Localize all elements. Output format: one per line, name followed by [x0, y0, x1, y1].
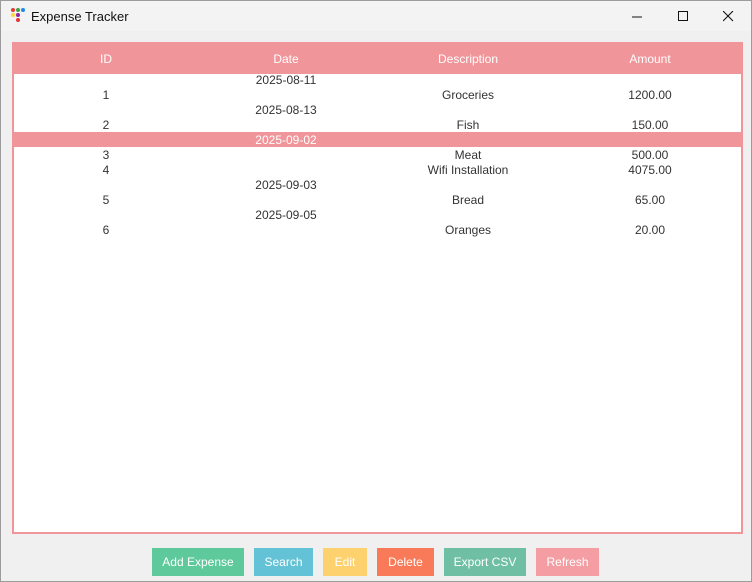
cell-amount: 20.00 — [634, 223, 666, 237]
cell-description: Fish — [456, 118, 480, 132]
header-id[interactable]: ID — [6, 52, 206, 66]
cell-description: Bread — [451, 193, 485, 207]
cell-description: Groceries — [441, 88, 494, 102]
cell-id: 4 — [102, 163, 110, 177]
cell-description: Wifi Installation — [427, 163, 509, 177]
cell-id: 2 — [102, 118, 110, 132]
cell-date: 2025-09-05 — [255, 208, 317, 222]
table-header: ID Date Description Amount — [14, 44, 741, 74]
cell-date: 2025-08-13 — [255, 103, 317, 117]
minimize-icon — [631, 16, 642, 17]
minimize-button[interactable] — [614, 1, 660, 31]
cell-amount: 150.00 — [631, 118, 669, 132]
cell-amount: 65.00 — [634, 193, 666, 207]
app-dots-icon — [11, 8, 25, 22]
window-title: Expense Tracker — [31, 9, 129, 24]
cell-amount: 4075.00 — [628, 163, 672, 177]
close-icon — [722, 10, 733, 21]
search-button[interactable]: Search — [254, 548, 313, 576]
close-button[interactable] — [705, 1, 751, 31]
maximize-icon — [677, 10, 688, 21]
title-bar[interactable]: Expense Tracker — [1, 1, 751, 31]
header-description[interactable]: Description — [368, 52, 568, 66]
cell-id: 6 — [102, 223, 110, 237]
export-csv-button[interactable]: Export CSV — [444, 548, 526, 576]
cell-id: 5 — [102, 193, 110, 207]
table-row[interactable]: 2025-09-05 6 Oranges 20.00 — [14, 207, 741, 237]
table-row[interactable]: 2025-09-03 5 Bread 65.00 — [14, 177, 741, 207]
cell-date: 2025-09-03 — [255, 178, 317, 192]
table-row[interactable]: 4 Wifi Installation 4075.00 — [14, 147, 741, 177]
cell-date: 2025-08-11 — [255, 73, 317, 87]
cell-description: Oranges — [444, 223, 492, 237]
table-row[interactable]: 2025-08-13 2 Fish 150.00 — [14, 102, 741, 132]
refresh-button[interactable]: Refresh — [536, 548, 599, 576]
delete-button[interactable]: Delete — [377, 548, 434, 576]
app-window: Expense Tracker ID Date Description Amou… — [0, 0, 752, 582]
expense-table[interactable]: ID Date Description Amount 2025-08-11 1 … — [12, 42, 743, 534]
cell-id: 1 — [102, 88, 110, 102]
add-expense-button[interactable]: Add Expense — [152, 548, 244, 576]
maximize-button[interactable] — [660, 1, 706, 31]
header-date[interactable]: Date — [186, 52, 386, 66]
table-row[interactable]: 2025-08-11 1 Groceries 1200.00 — [14, 72, 741, 102]
header-amount[interactable]: Amount — [550, 52, 750, 66]
cell-date: 2025-09-02 — [255, 133, 317, 147]
edit-button[interactable]: Edit — [323, 548, 367, 576]
cell-amount: 1200.00 — [628, 88, 672, 102]
